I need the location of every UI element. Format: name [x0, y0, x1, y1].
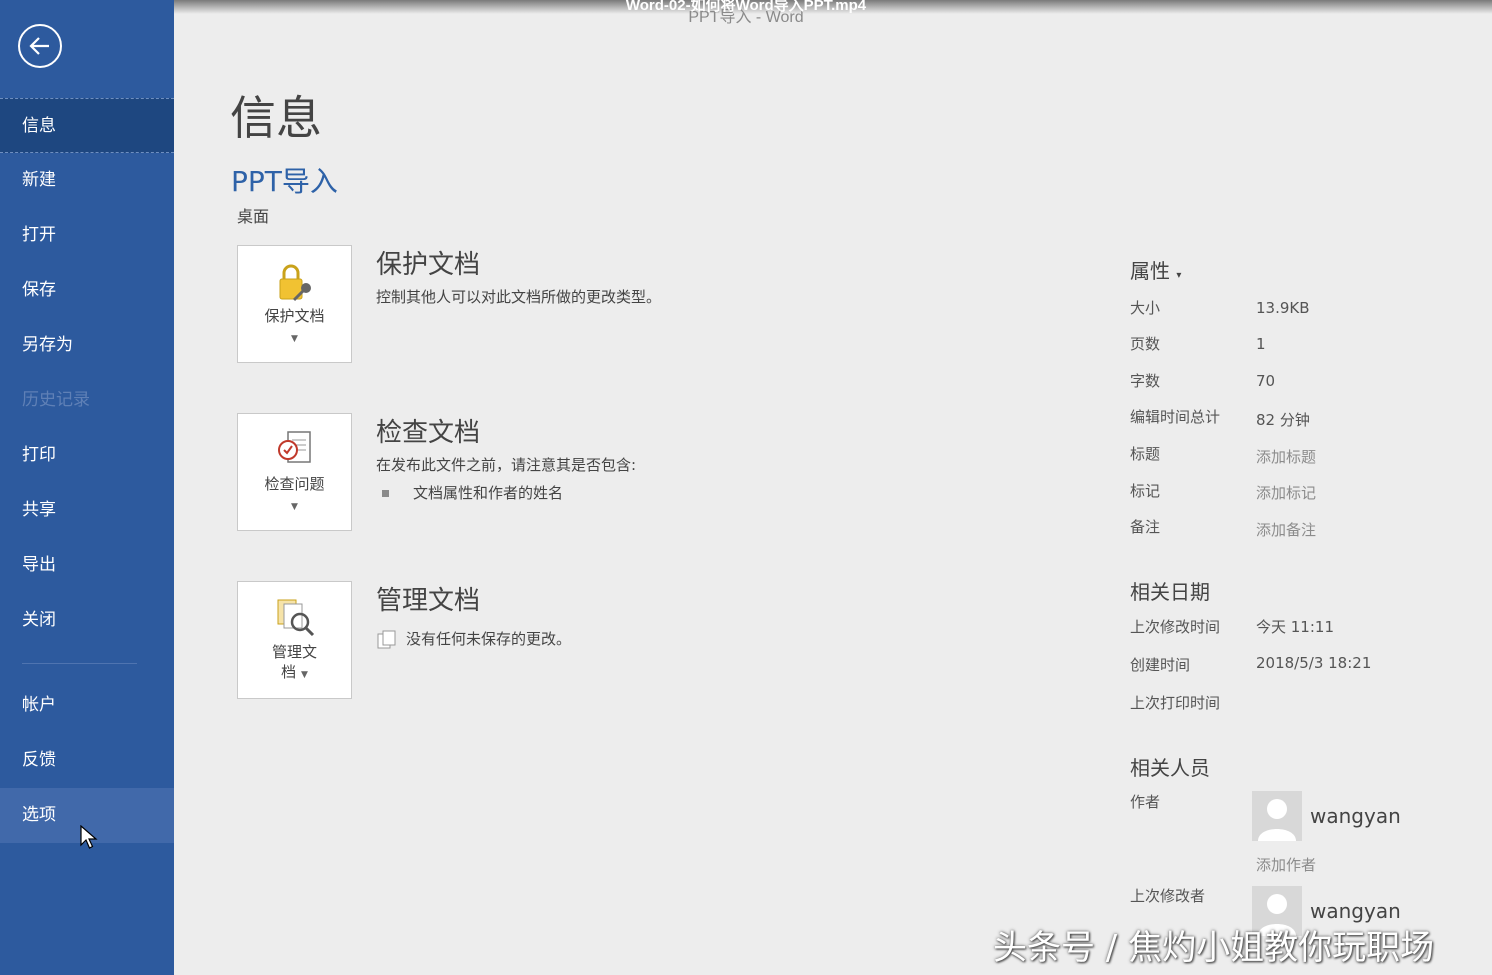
add-comments-field[interactable]: 添加备注	[1256, 519, 1316, 540]
chevron-down-icon: ▾	[1176, 270, 1182, 281]
sidebar-item-info[interactable]: 信息	[0, 98, 174, 153]
sidebar-item-open[interactable]: 打开	[0, 208, 174, 263]
sidebar-item-save[interactable]: 保存	[0, 263, 174, 318]
manage-desc-text: 没有任何未保存的更改。	[406, 630, 572, 648]
date-value-modified: 今天 11:11	[1256, 618, 1334, 636]
tile-label: 保护文档 ▼	[238, 306, 351, 349]
document-location[interactable]: 桌面	[237, 203, 269, 227]
dropdown-arrow-icon: ▼	[291, 334, 298, 344]
back-arrow-icon	[29, 37, 49, 55]
add-tags-field[interactable]: 添加标记	[1256, 482, 1316, 503]
protect-tile-label: 保护文档	[264, 307, 325, 325]
prop-label-tags: 标记	[1130, 482, 1161, 500]
protect-document-button[interactable]: 保护文档 ▼	[237, 245, 352, 363]
dropdown-arrow-icon: ▼	[291, 502, 298, 512]
sidebar-item-label: 历史记录	[22, 390, 90, 410]
properties-header-label: 属性	[1130, 259, 1170, 283]
sidebar-divider	[22, 663, 137, 664]
sidebar-item-label: 共享	[22, 500, 56, 520]
sidebar-item-close[interactable]: 关闭	[0, 593, 174, 648]
check-issues-button[interactable]: 检查问题 ▼	[237, 413, 352, 531]
sidebar-item-label: 打开	[22, 225, 56, 245]
manage-section-title: 管理文档	[376, 586, 481, 616]
date-label-modified: 上次修改时间	[1130, 618, 1221, 636]
last-modified-by-label: 上次修改者	[1130, 887, 1206, 905]
sidebar-item-label: 信息	[22, 116, 56, 136]
sidebar-item-label: 帐户	[22, 695, 56, 715]
author-label: 作者	[1130, 793, 1161, 811]
protect-section-title: 保护文档	[376, 250, 481, 280]
prop-value-pages: 1	[1256, 335, 1266, 353]
mouse-cursor-icon	[80, 825, 98, 849]
protect-section-description: 控制其他人可以对此文档所做的更改类型。	[376, 288, 662, 306]
tile-label: 检查问题 ▼	[238, 474, 351, 517]
sidebar-item-label: 另存为	[22, 335, 73, 355]
tile-label: 管理文档 ▼	[238, 642, 351, 685]
lock-key-icon	[279, 264, 311, 302]
date-label-created: 创建时间	[1130, 656, 1191, 674]
document-pages-icon	[377, 630, 396, 648]
sidebar-item-label: 反馈	[22, 750, 56, 770]
sidebar-item-label: 保存	[22, 280, 56, 300]
sidebar-item-export[interactable]: 导出	[0, 538, 174, 593]
prop-value-words: 70	[1256, 372, 1276, 390]
author-name[interactable]: wangyan	[1310, 804, 1401, 828]
sidebar-item-save-as[interactable]: 另存为	[0, 318, 174, 373]
add-title-field[interactable]: 添加标题	[1256, 446, 1316, 467]
sidebar-item-new[interactable]: 新建	[0, 153, 174, 208]
bullet-icon	[382, 490, 389, 497]
inspect-section-description: 在发布此文件之前，请注意其是否包含:	[376, 456, 637, 474]
sidebar-item-label: 选项	[22, 805, 56, 825]
dropdown-arrow-icon: ▼	[300, 670, 308, 680]
sidebar-item-label: 打印	[22, 445, 56, 465]
prop-label-pages: 页数	[1130, 335, 1161, 353]
related-people-header: 相关人员	[1130, 756, 1210, 780]
back-button[interactable]	[18, 24, 62, 68]
prop-label-words: 字数	[1130, 372, 1161, 390]
sidebar-item-label: 新建	[22, 170, 56, 190]
manage-document-button[interactable]: 管理文档 ▼	[237, 581, 352, 699]
manage-tile-label-line1: 管理文	[271, 643, 317, 661]
inspect-document-icon	[278, 431, 311, 463]
sidebar-item-print[interactable]: 打印	[0, 428, 174, 483]
sidebar-item-share[interactable]: 共享	[0, 483, 174, 538]
date-value-created: 2018/5/3 18:21	[1256, 654, 1372, 672]
inspect-section-title: 检查文档	[376, 418, 481, 448]
properties-header[interactable]: 属性 ▾	[1130, 255, 1181, 284]
manage-document-icon	[277, 599, 315, 637]
manage-section-description: 没有任何未保存的更改。	[376, 628, 571, 650]
person-icon	[1258, 799, 1296, 841]
add-author-link[interactable]: 添加作者	[1256, 854, 1316, 875]
related-dates-header: 相关日期	[1130, 580, 1210, 604]
prop-value-size: 13.9KB	[1256, 299, 1310, 317]
prop-label-size: 大小	[1130, 299, 1161, 317]
prop-label-title: 标题	[1130, 445, 1161, 463]
author-avatar	[1252, 791, 1302, 841]
backstage-sidebar: 信息 新建 打开 保存 另存为 历史记录 打印 共享 导出 关闭 帐户 反馈 选…	[0, 0, 174, 975]
inspect-bullet-text: 文档属性和作者的姓名	[413, 484, 564, 502]
sidebar-item-account[interactable]: 帐户	[0, 678, 174, 733]
sidebar-item-feedback[interactable]: 反馈	[0, 733, 174, 788]
check-issues-tile-label: 检查问题	[264, 475, 325, 493]
prop-label-edit-time: 编辑时间总计	[1130, 408, 1221, 426]
sidebar-item-label: 关闭	[22, 610, 56, 630]
watermark: 头条号 / 焦灼小姐教你玩职场	[993, 928, 1435, 968]
sidebar-item-label: 导出	[22, 555, 56, 575]
manage-tile-label-line2: 档	[281, 663, 297, 681]
prop-value-edit-time: 82 分钟	[1256, 411, 1310, 429]
inspect-bullet-item: 文档属性和作者的姓名	[376, 482, 563, 503]
page-title: 信息	[230, 91, 322, 145]
date-label-printed: 上次打印时间	[1130, 694, 1221, 712]
sidebar-item-history: 历史记录	[0, 373, 174, 428]
document-name: PPT导入	[231, 165, 338, 198]
prop-label-comments: 备注	[1130, 518, 1161, 536]
